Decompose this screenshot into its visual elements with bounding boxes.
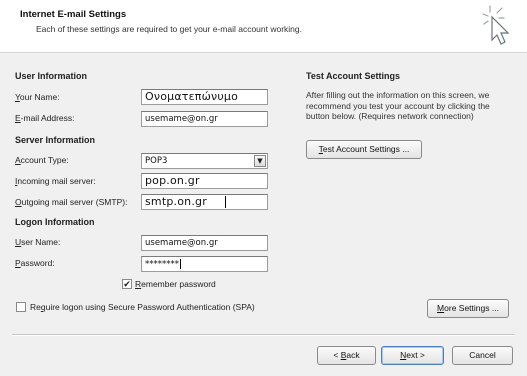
test-account-settings-button[interactable]: Test Account Settings ...	[306, 140, 422, 159]
chevron-down-icon[interactable]: ▼	[254, 155, 266, 167]
your-name-label: Your Name:	[15, 92, 60, 102]
account-type-value: POP3	[145, 156, 168, 166]
user-name-field[interactable]: usemame@on.gr	[141, 235, 268, 251]
cancel-button[interactable]: Cancel	[452, 346, 513, 365]
cursor-sparkle-icon	[482, 5, 510, 45]
password-field[interactable]: ********	[141, 256, 268, 272]
wizard-header: Internet E-mail Settings Each of these s…	[0, 0, 527, 53]
user-info-heading: User Information	[15, 71, 88, 81]
test-settings-description: After filling out the information on thi…	[306, 90, 490, 121]
spa-checkbox[interactable]	[16, 302, 26, 312]
incoming-server-label: Incoming mail server:	[15, 176, 96, 186]
user-name-label: User Name:	[15, 237, 61, 247]
outgoing-server-field[interactable]: smtp.on.gr	[141, 194, 268, 210]
header-subtitle: Each of these settings are required to g…	[36, 24, 303, 34]
incoming-server-field[interactable]: pop.on.gr	[141, 173, 268, 189]
account-type-select[interactable]: POP3 ▼	[141, 153, 268, 169]
next-button[interactable]: Next >	[381, 346, 444, 365]
spa-label: Require logon using Secure Password Auth…	[30, 302, 255, 312]
password-label: Password:	[15, 258, 55, 268]
back-button[interactable]: < Back	[317, 346, 376, 365]
email-address-field[interactable]: usemame@on.gr	[141, 111, 268, 127]
password-value: ********	[145, 259, 179, 270]
outgoing-server-label: Outgoing mail server (SMTP):	[15, 197, 128, 207]
your-name-field[interactable]: Ονοματεπώνυμο	[141, 89, 268, 105]
more-settings-button[interactable]: More Settings ...	[427, 299, 509, 318]
server-info-heading: Server Information	[15, 135, 96, 145]
outgoing-server-value: smtp.on.gr	[145, 195, 207, 208]
text-cursor	[224, 196, 226, 208]
remember-password-checkbox[interactable]: ✔	[122, 279, 132, 289]
header-title: Internet E-mail Settings	[20, 9, 127, 20]
text-cursor	[180, 259, 181, 269]
email-address-label: E-mail Address:	[15, 113, 75, 123]
logon-info-heading: Logon Information	[15, 217, 95, 227]
footer-divider	[12, 334, 515, 336]
account-type-label: Account Type:	[15, 155, 69, 165]
remember-password-label: Remember password	[135, 279, 216, 289]
test-settings-heading: Test Account Settings	[306, 71, 401, 81]
